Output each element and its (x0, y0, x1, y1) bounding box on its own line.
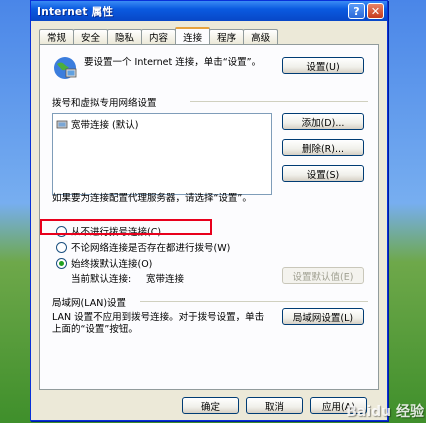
connection-settings-button[interactable]: 设置(S) (282, 165, 364, 182)
radio-dial-when-no-network-label: 不论网络连接是否存在都进行拨号(W) (71, 243, 231, 254)
tab-advanced[interactable]: 高级 (243, 29, 279, 44)
tab-privacy[interactable]: 隐私 (107, 29, 143, 44)
tab-connections[interactable]: 连接 (175, 27, 211, 44)
setup-description: 要设置一个 Internet 连接，单击“设置”。 (84, 57, 262, 68)
connections-panel: 要设置一个 Internet 连接，单击“设置”。 设置(U) 拨号和虚拟专用网… (39, 44, 379, 390)
tab-general[interactable]: 常规 (39, 29, 75, 44)
dialup-heading: 拨号和虚拟专用网络设置 (52, 98, 157, 109)
internet-globe-icon (54, 57, 77, 79)
radio-always-dial[interactable]: 始终拨默认连接(O) (56, 256, 152, 270)
current-default-label: 当前默认连接: (71, 274, 132, 285)
setup-button[interactable]: 设置(U) (282, 57, 364, 74)
internet-properties-dialog: Internet 属性 ? ✕ 常规 安全 隐私 内容 连接 程序 高级 要设置… (30, 0, 388, 421)
radio-always-dial-indicator[interactable] (56, 257, 67, 269)
radio-dial-when-no-network-indicator[interactable] (56, 241, 67, 253)
tab-strip: 常规 安全 隐私 内容 连接 程序 高级 (39, 27, 279, 44)
connection-list[interactable]: 宽带连接 (默认) (52, 113, 272, 195)
window-title: Internet 属性 (37, 5, 114, 18)
help-button[interactable]: ? (348, 3, 365, 19)
dialup-connection-icon (56, 120, 68, 128)
highlight-box (40, 219, 212, 235)
connection-name: 宽带连接 (默认) (71, 120, 139, 131)
cancel-button[interactable]: 取消 (246, 397, 303, 414)
proxy-note: 如果要为连接配置代理服务器，请选择“设置”。 (52, 193, 252, 204)
lan-settings-button[interactable]: 局域网设置(L) (282, 308, 364, 325)
list-item[interactable]: 宽带连接 (默认) (56, 117, 138, 131)
set-default-button[interactable]: 设置默认值(E) (282, 267, 364, 284)
lan-heading: 局域网(LAN)设置 (52, 298, 127, 309)
lan-description: LAN 设置不应用到拨号连接。对于拨号设置，单击上面的“设置”按钮。 (52, 312, 265, 335)
lan-divider (140, 301, 368, 302)
close-button[interactable]: ✕ (367, 3, 384, 19)
tab-content[interactable]: 内容 (141, 29, 177, 44)
tab-programs[interactable]: 程序 (209, 29, 245, 44)
add-button[interactable]: 添加(D)... (282, 113, 364, 130)
current-default-value: 宽带连接 (146, 274, 185, 285)
watermark: Baidu 经验 (346, 404, 424, 420)
dialup-divider (190, 101, 368, 102)
title-bar[interactable]: Internet 属性 ? ✕ (31, 1, 387, 21)
remove-button[interactable]: 删除(R)... (282, 139, 364, 156)
ok-button[interactable]: 确定 (182, 397, 239, 414)
radio-dial-when-no-network[interactable]: 不论网络连接是否存在都进行拨号(W) (56, 240, 230, 254)
radio-always-dial-label: 始终拨默认连接(O) (71, 259, 153, 270)
tab-security[interactable]: 安全 (73, 29, 109, 44)
